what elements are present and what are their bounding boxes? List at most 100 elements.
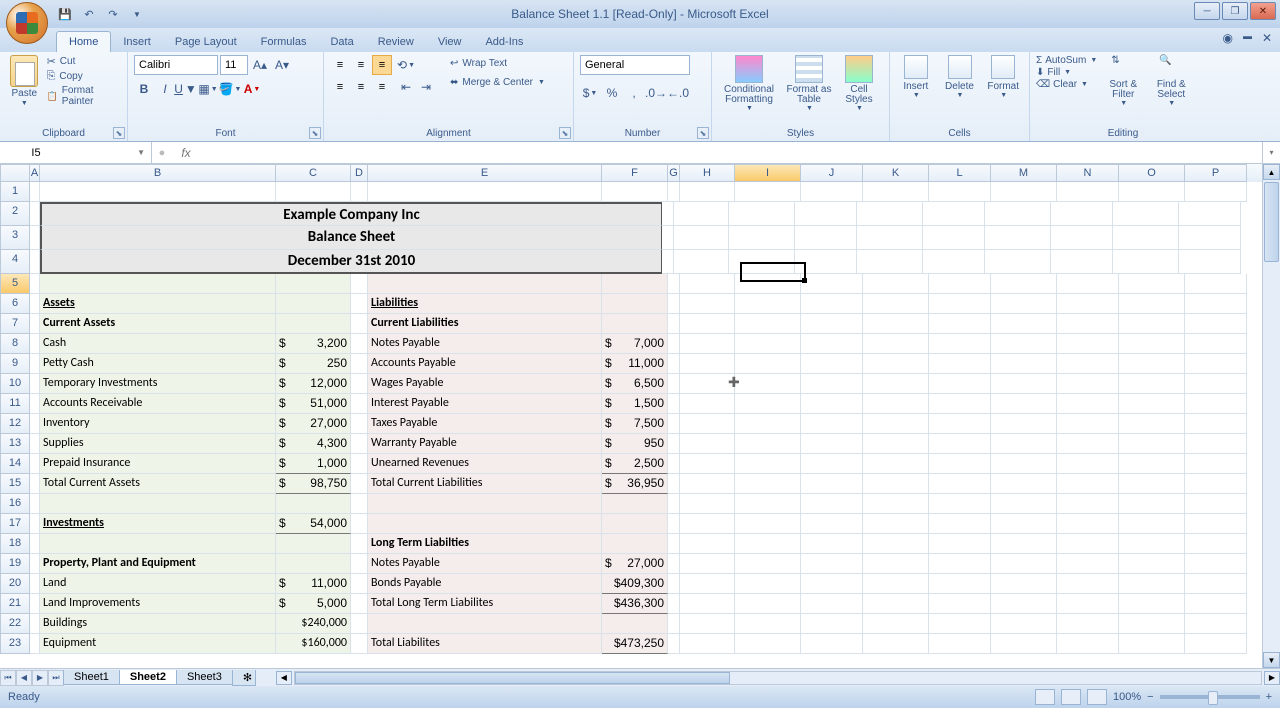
cell[interactable]: Petty Cash: [40, 354, 276, 374]
cell[interactable]: [368, 494, 602, 514]
cell[interactable]: [680, 294, 735, 314]
cell[interactable]: [1185, 474, 1247, 494]
cell[interactable]: [30, 182, 40, 202]
wrap-text-button[interactable]: ↩Wrap Text: [446, 55, 549, 72]
cell[interactable]: [801, 294, 863, 314]
cell[interactable]: $950: [602, 434, 668, 454]
cell[interactable]: [668, 414, 680, 434]
cell[interactable]: Land Improvements: [40, 594, 276, 614]
cell[interactable]: $11,000: [602, 354, 668, 374]
cell[interactable]: [863, 182, 929, 202]
cell[interactable]: [1113, 202, 1179, 226]
cell[interactable]: [929, 274, 991, 294]
clear-button[interactable]: ⌫Clear▼: [1036, 79, 1097, 90]
cell[interactable]: [801, 314, 863, 334]
cell[interactable]: [991, 334, 1057, 354]
cell[interactable]: [929, 454, 991, 474]
cell[interactable]: [985, 226, 1051, 250]
cell[interactable]: [801, 354, 863, 374]
cell[interactable]: [929, 434, 991, 454]
vertical-scrollbar[interactable]: ▲ ▼: [1262, 164, 1280, 668]
cell[interactable]: [680, 354, 735, 374]
cell[interactable]: [801, 614, 863, 634]
cell[interactable]: [735, 474, 801, 494]
decrease-decimal[interactable]: ←.0: [668, 83, 688, 103]
cell[interactable]: [674, 202, 729, 226]
page-break-view-button[interactable]: [1087, 689, 1107, 705]
cell[interactable]: Notes Payable: [368, 554, 602, 574]
cell[interactable]: [991, 634, 1057, 654]
zoom-in-button[interactable]: +: [1266, 691, 1272, 703]
cell[interactable]: [1119, 182, 1185, 202]
cell[interactable]: [30, 454, 40, 474]
tab-view[interactable]: View: [426, 32, 474, 52]
cell[interactable]: [668, 274, 680, 294]
cell[interactable]: Liabilities: [368, 294, 602, 314]
cell[interactable]: [735, 394, 801, 414]
cell[interactable]: [368, 614, 602, 634]
cell[interactable]: [735, 182, 801, 202]
cell[interactable]: [668, 182, 680, 202]
cell[interactable]: [991, 274, 1057, 294]
cell[interactable]: [801, 554, 863, 574]
font-name-select[interactable]: [134, 55, 218, 75]
row-header[interactable]: 14: [0, 454, 30, 474]
row-header[interactable]: 7: [0, 314, 30, 334]
cell[interactable]: [735, 274, 801, 294]
cell[interactable]: [668, 294, 680, 314]
find-select-button[interactable]: 🔍Find & Select▼: [1149, 55, 1193, 107]
align-center[interactable]: ≡: [351, 77, 371, 97]
cell[interactable]: [662, 202, 674, 226]
cell[interactable]: [991, 494, 1057, 514]
cell[interactable]: Wages Payable: [368, 374, 602, 394]
border-button[interactable]: ▦▼: [198, 79, 218, 99]
cell[interactable]: [795, 250, 857, 274]
row-header[interactable]: 22: [0, 614, 30, 634]
cell[interactable]: [735, 334, 801, 354]
cell[interactable]: [602, 514, 668, 534]
cell[interactable]: [735, 574, 801, 594]
cell[interactable]: [662, 250, 674, 274]
cell[interactable]: [351, 474, 368, 494]
increase-decimal[interactable]: .0→: [646, 83, 666, 103]
cell[interactable]: [991, 414, 1057, 434]
cell[interactable]: [863, 454, 929, 474]
cell[interactable]: [1119, 634, 1185, 654]
col-header[interactable]: G: [668, 164, 680, 182]
row-header[interactable]: 2: [0, 202, 30, 226]
cell[interactable]: [30, 474, 40, 494]
cell[interactable]: Buildings: [40, 614, 276, 634]
cell[interactable]: [30, 226, 40, 250]
cell[interactable]: [863, 574, 929, 594]
cell[interactable]: [30, 494, 40, 514]
cell[interactable]: [680, 182, 735, 202]
name-box-input[interactable]: [6, 147, 66, 159]
cell[interactable]: [1185, 514, 1247, 534]
row-header[interactable]: 1: [0, 182, 30, 202]
font-size-select[interactable]: [220, 55, 248, 75]
cell[interactable]: [929, 494, 991, 514]
help-icon[interactable]: ◉: [1222, 31, 1232, 45]
cell[interactable]: [1119, 294, 1185, 314]
accounting-format[interactable]: $▼: [580, 83, 600, 103]
cell[interactable]: [351, 394, 368, 414]
cell[interactable]: [1057, 594, 1119, 614]
cell[interactable]: [801, 374, 863, 394]
cell[interactable]: [863, 274, 929, 294]
italic-button[interactable]: I: [155, 79, 175, 99]
cell[interactable]: [735, 634, 801, 654]
col-header[interactable]: O: [1119, 164, 1185, 182]
cell[interactable]: [276, 554, 351, 574]
undo-icon[interactable]: ↶: [80, 5, 98, 23]
cell[interactable]: [729, 226, 795, 250]
cell[interactable]: [680, 474, 735, 494]
cell[interactable]: [1185, 182, 1247, 202]
row-header[interactable]: 21: [0, 594, 30, 614]
cell[interactable]: [863, 314, 929, 334]
cell[interactable]: [929, 594, 991, 614]
cell[interactable]: [30, 250, 40, 274]
shrink-font-icon[interactable]: A▾: [272, 55, 292, 75]
cell[interactable]: [735, 454, 801, 474]
sheet-tab[interactable]: Sheet3: [176, 670, 233, 685]
row-header[interactable]: 23: [0, 634, 30, 654]
